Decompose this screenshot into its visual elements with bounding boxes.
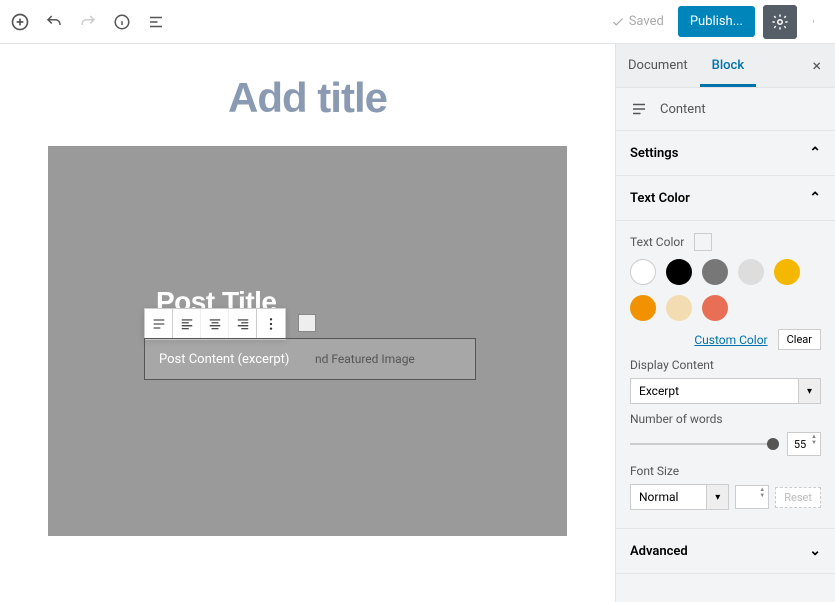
current-color-sample [694,233,712,251]
swatch-gray[interactable] [702,259,728,285]
align-right-icon[interactable] [229,309,257,339]
add-block-icon[interactable] [10,12,30,32]
block-more-icon[interactable] [257,309,285,339]
align-center-icon[interactable] [201,309,229,339]
panel-text-color[interactable]: Text Color⌃ [616,176,835,221]
settings-gear-button[interactable] [763,5,797,39]
editor-canvas[interactable]: Add title Post Title Post Content (excer… [0,44,615,602]
block-type-icon[interactable] [145,309,173,339]
font-size-select[interactable]: Normal ▾ [630,484,729,510]
publish-button[interactable]: Publish... [678,6,755,37]
words-label: Number of words [630,412,821,426]
top-toolbar: Saved Publish... [0,0,835,44]
saved-status: Saved [611,14,664,29]
redo-icon [78,12,98,32]
display-content-select[interactable]: Excerpt ▾ [630,378,821,404]
clear-color-button[interactable]: Clear [778,329,821,350]
close-sidebar-icon[interactable]: × [798,56,835,75]
block-breadcrumb[interactable]: Content [616,88,835,131]
chevron-down-icon: ▾ [707,484,729,510]
swatch-orange[interactable] [630,295,656,321]
tab-document[interactable]: Document [616,44,700,87]
info-icon[interactable] [112,12,132,32]
chevron-up-icon: ⌃ [809,190,821,206]
swatch-red[interactable] [702,295,728,321]
title-input[interactable]: Add title [48,74,567,122]
swatch-light-gray[interactable] [738,259,764,285]
chevron-down-icon: ▾ [799,378,821,404]
font-size-input[interactable]: ▲▼ [735,485,769,509]
panel-settings[interactable]: Settings⌃ [616,131,835,176]
font-size-label: Font Size [630,464,821,478]
display-content-label: Display Content [630,358,821,372]
block-toolbar [144,308,286,340]
custom-color-link[interactable]: Custom Color [694,333,767,347]
panel-advanced[interactable]: Advanced⌄ [616,529,835,574]
tab-block[interactable]: Block [700,44,756,87]
swatch-white[interactable] [630,259,656,285]
more-menu-icon[interactable] [805,7,825,37]
layout-block[interactable]: Post Title Post Content (excerpt) nd Fea… [48,146,567,536]
reset-font-button[interactable]: Reset [775,487,821,508]
swatch-black[interactable] [666,259,692,285]
words-input[interactable]: 55 ▲▼ [787,432,821,456]
outline-icon[interactable] [146,12,166,32]
post-content-block[interactable]: Post Content (excerpt) nd Featured Image [144,338,476,380]
settings-sidebar: Document Block × Content Settings⌃ Text … [615,44,835,602]
text-color-label: Text Color [630,235,684,249]
chevron-up-icon: ⌃ [809,145,821,161]
color-swatches [630,259,821,321]
swatch-cream[interactable] [666,295,692,321]
undo-icon[interactable] [44,12,64,32]
swatch-yellow[interactable] [774,259,800,285]
featured-image-icon[interactable] [298,314,316,332]
words-slider[interactable] [630,443,779,445]
chevron-down-icon: ⌄ [809,543,821,559]
align-left-icon[interactable] [173,309,201,339]
